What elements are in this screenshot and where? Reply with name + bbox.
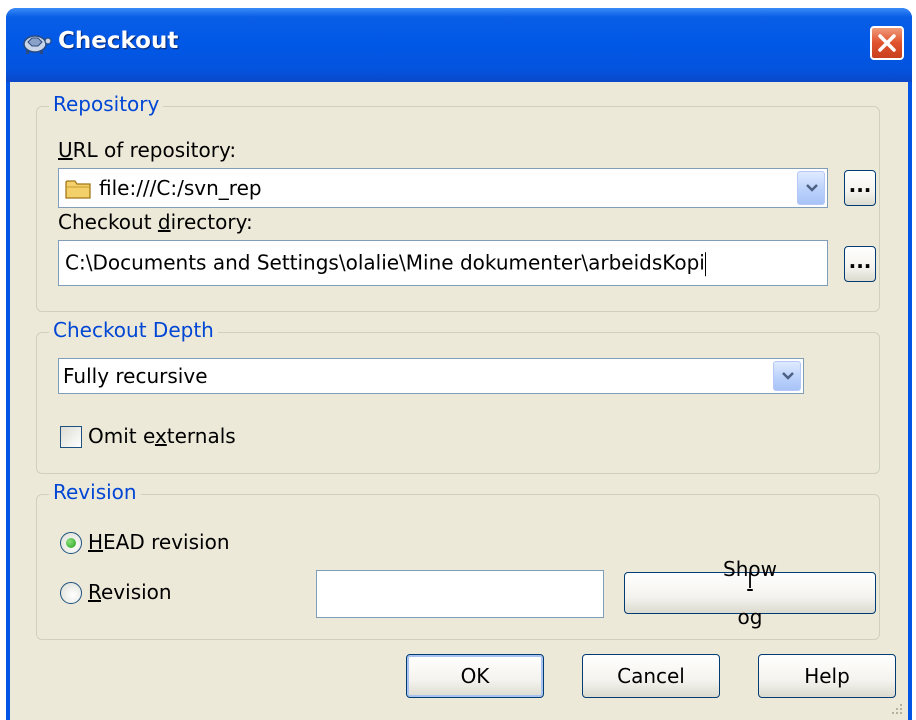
show-log-label: Show l og [723,557,777,629]
close-button[interactable] [870,26,904,60]
browse-dir-label: ... [848,248,872,273]
checkout-depth-legend: Checkout Depth [49,318,218,342]
head-revision-label[interactable]: HEAD revision [88,530,230,554]
depth-combobox[interactable]: Fully recursive [58,358,804,394]
repository-legend: Repository [49,92,164,116]
help-label: Help [804,664,850,688]
omit-externals-checkbox[interactable] [60,426,82,448]
help-button[interactable]: Help [758,654,896,698]
url-combobox[interactable]: file:///C:/svn_rep [58,168,828,208]
revision-radio[interactable] [60,582,82,604]
revision-label[interactable]: Revision [88,580,172,604]
checkout-depth-group: Checkout Depth [36,318,880,474]
resize-grip-icon[interactable] [888,700,904,716]
head-revision-radio[interactable] [60,532,82,554]
url-dropdown-button[interactable] [797,171,825,205]
close-icon [878,34,896,52]
radio-selected-dot [66,538,76,548]
dir-text: C:\Documents and Settings\olalie\Mine do… [65,250,705,275]
checkout-directory-value: C:\Documents and Settings\olalie\Mine do… [65,250,706,276]
url-label: URL of repository: [58,138,237,162]
window-title: Checkout [58,28,179,54]
revision-input[interactable] [316,570,604,618]
tortoise-icon [23,35,52,54]
text-caret [704,251,706,276]
show-log-button[interactable]: Show l og [624,557,876,629]
chevron-down-icon [782,372,794,380]
ok-button[interactable]: OK [406,654,544,698]
browse-url-label: ... [848,172,872,197]
url-value: file:///C:/svn_rep [99,176,262,200]
browse-url-button[interactable]: ... [844,170,876,206]
folder-icon [65,180,91,199]
dir-label: Checkout directory: [58,210,253,234]
depth-dropdown-button[interactable] [773,361,801,391]
ok-label: OK [460,664,490,688]
revision-legend: Revision [49,480,141,504]
checkout-dialog: Checkout Repository URL of repository: f… [6,8,912,720]
chevron-down-icon [806,184,818,192]
cancel-button[interactable]: Cancel [582,654,720,698]
omit-externals-label[interactable]: Omit externals [88,424,236,448]
checkout-directory-input[interactable]: C:\Documents and Settings\olalie\Mine do… [58,240,828,286]
cancel-label: Cancel [617,664,685,688]
dialog-body: Repository URL of repository: file:///C:… [10,82,908,720]
depth-selected: Fully recursive [63,364,208,388]
browse-dir-button[interactable]: ... [844,246,876,282]
title-bar[interactable]: Checkout [6,8,912,82]
